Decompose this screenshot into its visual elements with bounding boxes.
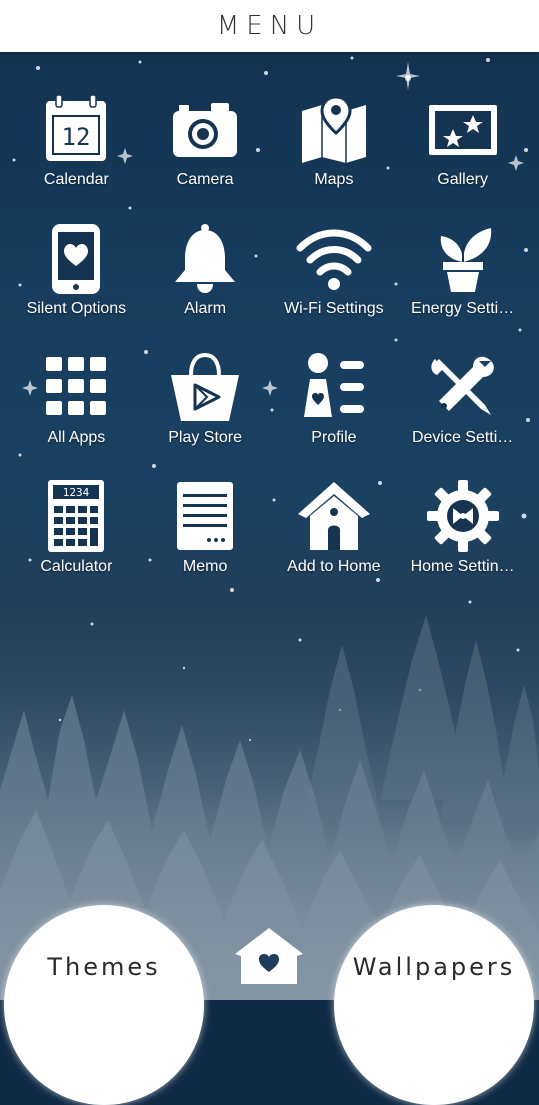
app-label: Silent Options (26, 300, 127, 317)
app-label: Maps (314, 171, 354, 188)
plant-icon (424, 219, 502, 297)
gallery-icon (424, 90, 502, 168)
home-button[interactable] (233, 926, 305, 986)
app-label: Calendar (43, 171, 109, 188)
profile-icon (295, 348, 373, 426)
shopping-bag-icon (166, 348, 244, 426)
app-label: Alarm (184, 300, 227, 317)
app-camera[interactable]: Camera (141, 90, 270, 196)
memo-icon (166, 477, 244, 555)
calendar-day: 12 (62, 123, 91, 151)
gear-icon (424, 477, 502, 555)
app-calculator[interactable]: 1234 Calculator (12, 477, 141, 583)
grid-icon (37, 348, 115, 426)
app-calendar[interactable]: 12 Calendar (12, 90, 141, 196)
phone-heart-icon (37, 219, 115, 297)
app-silent-options[interactable]: Silent Options (12, 219, 141, 325)
app-memo[interactable]: Memo (141, 477, 270, 583)
app-wifi-settings[interactable]: Wi-Fi Settings (270, 219, 399, 325)
themes-button[interactable]: Themes (4, 905, 204, 1105)
calculator-display: 1234 (63, 486, 90, 499)
menu-header: MENU (0, 0, 539, 52)
app-label: Profile (311, 429, 357, 446)
calculator-icon: 1234 (37, 477, 115, 555)
app-play-store[interactable]: Play Store (141, 348, 270, 454)
app-label: Device Setti… (411, 429, 514, 446)
camera-icon (166, 90, 244, 168)
themes-label: Themes (47, 953, 161, 981)
map-icon (295, 90, 373, 168)
tools-icon (424, 348, 502, 426)
app-home-settings[interactable]: Home Settin… (398, 477, 527, 583)
app-label: Play Store (168, 429, 243, 446)
wallpapers-button[interactable]: Wallpapers (334, 905, 534, 1105)
app-device-settings[interactable]: Device Setti… (398, 348, 527, 454)
wallpapers-label: Wallpapers (352, 953, 516, 981)
page-title: MENU (216, 11, 323, 41)
app-add-to-home[interactable]: Add to Home (270, 477, 399, 583)
app-label: Camera (176, 171, 234, 188)
app-energy-settings[interactable]: Energy Setti… (398, 219, 527, 325)
app-all-apps[interactable]: All Apps (12, 348, 141, 454)
house-icon (295, 477, 373, 555)
app-alarm[interactable]: Alarm (141, 219, 270, 325)
house-heart-icon (235, 928, 303, 984)
app-label: Calculator (40, 558, 113, 575)
wifi-icon (295, 219, 373, 297)
app-label: Add to Home (287, 558, 381, 575)
app-label: Energy Setti… (411, 300, 515, 317)
app-label: Wi-Fi Settings (284, 300, 384, 317)
app-label: Memo (182, 558, 228, 575)
app-maps[interactable]: Maps (270, 90, 399, 196)
app-gallery[interactable]: Gallery (398, 90, 527, 196)
app-label: Home Settin… (410, 558, 515, 575)
app-profile[interactable]: Profile (270, 348, 399, 454)
bell-icon (166, 219, 244, 297)
app-label: Gallery (437, 171, 488, 188)
app-grid: 12 Calendar Camera Maps Gallery Silent O… (12, 90, 527, 583)
app-label: All Apps (47, 429, 106, 446)
calendar-icon: 12 (37, 90, 115, 168)
